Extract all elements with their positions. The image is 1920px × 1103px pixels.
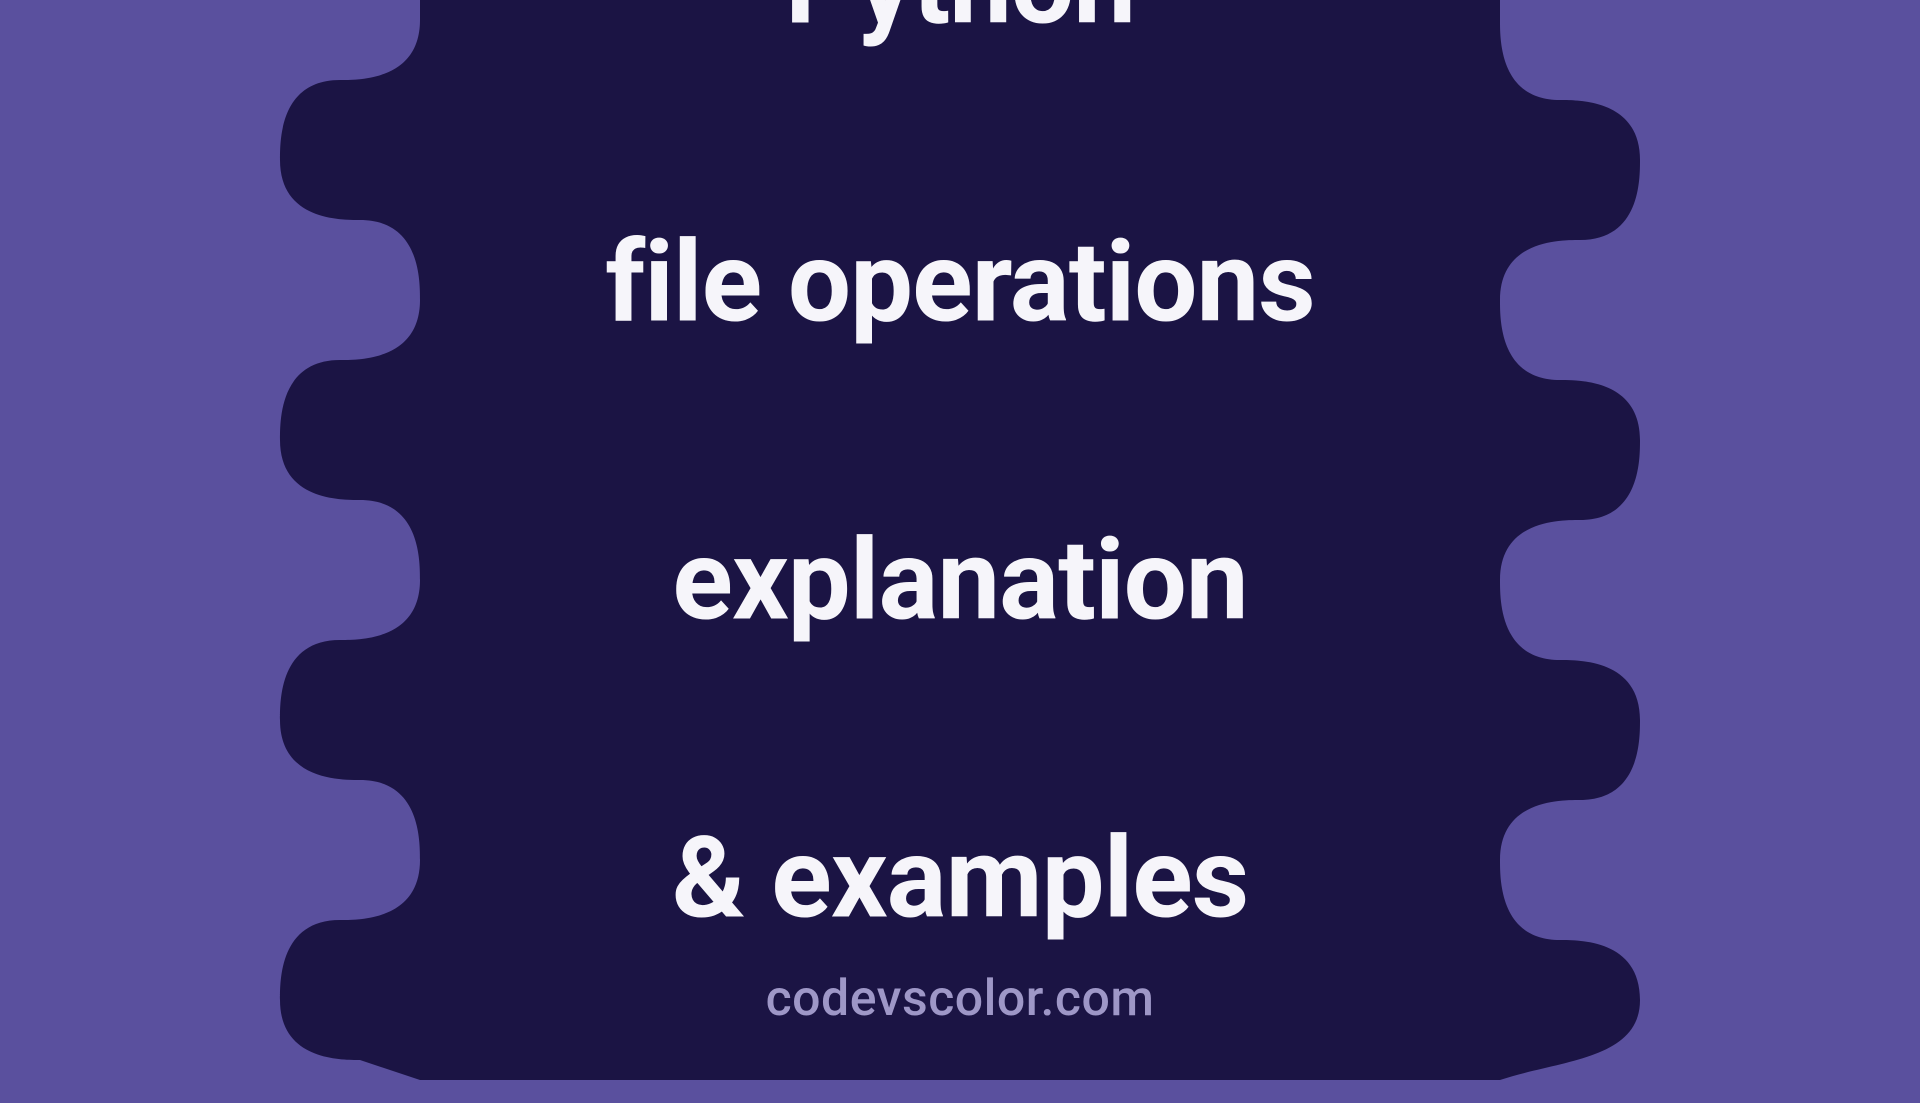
- title-line-4: & examples: [605, 805, 1315, 954]
- title-line-1: Python: [605, 0, 1315, 60]
- site-name: codevscolor.com: [766, 970, 1155, 1028]
- hero-title: Python file operations explanation & exa…: [605, 0, 1315, 1103]
- title-line-3: explanation: [605, 507, 1315, 656]
- title-line-2: file operations: [605, 209, 1315, 358]
